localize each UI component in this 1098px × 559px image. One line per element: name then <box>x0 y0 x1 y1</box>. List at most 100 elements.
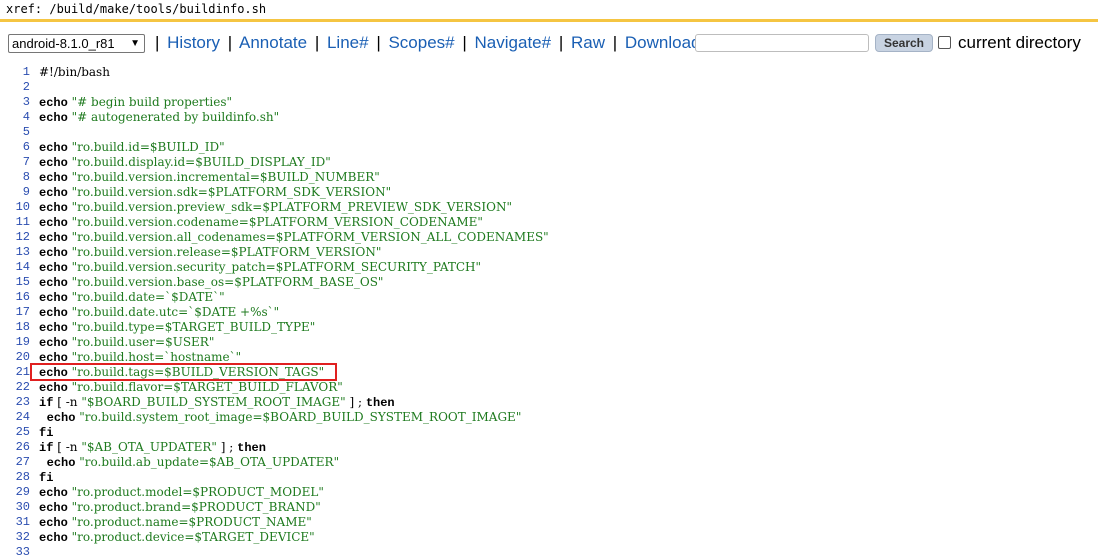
line-number-link[interactable]: 11 <box>0 215 30 230</box>
line-number-link[interactable]: 13 <box>0 245 30 260</box>
line-source: echo "ro.build.version.codename=$PLATFOR… <box>39 215 483 231</box>
search-button[interactable]: Search <box>875 34 933 52</box>
line-number-link[interactable]: 21 <box>0 365 30 380</box>
navigate-link[interactable]: Navigate# <box>475 33 552 52</box>
keyword-token: echo <box>39 141 68 155</box>
string-token: "ro.build.version.codename=$PLATFORM_VER… <box>67 215 483 229</box>
line-number-link[interactable]: 32 <box>0 530 30 545</box>
keyword-token: echo <box>46 411 76 425</box>
download-link[interactable]: Download <box>625 33 701 52</box>
keyword-token: echo <box>39 501 68 515</box>
line-number-link[interactable]: 33 <box>0 545 30 559</box>
line-number-link[interactable]: 24 <box>0 410 30 425</box>
code-line: 14 echo "ro.build.version.security_patch=… <box>0 260 1098 275</box>
line-source: echo "ro.build.date=`$DATE`" <box>39 290 225 306</box>
string-token: "ro.build.version.release=$PLATFORM_VERS… <box>67 245 382 259</box>
xref-bar: xref: /build/make/tools/buildinfo.sh <box>0 0 1098 22</box>
keyword-token: echo <box>39 216 68 230</box>
line-source: echo "ro.build.type=$TARGET_BUILD_TYPE" <box>39 320 315 336</box>
keyword-token: echo <box>39 171 68 185</box>
version-select[interactable]: android-8.1.0_r81 ▼ <box>8 34 145 53</box>
string-token: "ro.build.display.id=$BUILD_DISPLAY_ID" <box>67 155 331 169</box>
line-numbers-link[interactable]: Line# <box>327 33 369 52</box>
source-code-view: 1 #!/bin/bash 2 3 echo "# begin build proper… <box>0 65 1098 559</box>
line-number-link[interactable]: 2 <box>0 80 30 95</box>
line-source: echo "ro.product.device=$TARGET_DEVICE" <box>39 530 315 546</box>
string-token: "ro.build.version.preview_sdk=$PLATFORM_… <box>67 200 512 214</box>
search-input[interactable] <box>695 34 869 52</box>
string-token: "$AB_OTA_UPDATER" <box>81 440 217 454</box>
line-source: echo "ro.product.brand=$PRODUCT_BRAND" <box>39 500 321 516</box>
line-number-link[interactable]: 16 <box>0 290 30 305</box>
keyword-token: echo <box>39 261 68 275</box>
line-number-link[interactable]: 8 <box>0 170 30 185</box>
string-token: "ro.build.tags=$BUILD_VERSION_TAGS" <box>67 365 325 379</box>
code-token: ] ; <box>345 395 366 409</box>
line-number-link[interactable]: 12 <box>0 230 30 245</box>
code-line: 16 echo "ro.build.date=`$DATE`" <box>0 290 1098 305</box>
line-number-link[interactable]: 27 <box>0 455 30 470</box>
string-token: "ro.product.name=$PRODUCT_NAME" <box>67 515 312 529</box>
code-line: 4 echo "# autogenerated by buildinfo.sh" <box>0 110 1098 125</box>
line-number-link[interactable]: 5 <box>0 125 30 140</box>
code-line: 23 if [ -n "$BOARD_BUILD_SYSTEM_ROOT_IMAG… <box>0 395 1098 410</box>
chevron-down-icon: ▼ <box>130 38 140 49</box>
line-number-link[interactable]: 9 <box>0 185 30 200</box>
line-source: echo "ro.build.version.all_codenames=$PL… <box>39 230 549 246</box>
history-link[interactable]: History <box>167 33 220 52</box>
keyword-token: echo <box>39 306 68 320</box>
line-number-link[interactable]: 1 <box>0 65 30 80</box>
line-number-link[interactable]: 31 <box>0 515 30 530</box>
line-number-link[interactable]: 14 <box>0 260 30 275</box>
annotate-link[interactable]: Annotate <box>239 33 307 52</box>
keyword-token: echo <box>39 366 68 380</box>
line-number-link[interactable]: 4 <box>0 110 30 125</box>
line-number-link[interactable]: 18 <box>0 320 30 335</box>
line-number-link[interactable]: 6 <box>0 140 30 155</box>
current-directory-label: current directory <box>958 33 1081 52</box>
line-source: echo "ro.product.model=$PRODUCT_MODEL" <box>39 485 324 501</box>
code-line: 30 echo "ro.product.brand=$PRODUCT_BRAND" <box>0 500 1098 515</box>
string-token: "ro.build.version.sdk=$PLATFORM_SDK_VERS… <box>67 185 392 199</box>
string-token: "ro.product.device=$TARGET_DEVICE" <box>67 530 315 544</box>
line-number-link[interactable]: 15 <box>0 275 30 290</box>
line-number-link[interactable]: 29 <box>0 485 30 500</box>
line-number-link[interactable]: 25 <box>0 425 30 440</box>
code-line: 31 echo "ro.product.name=$PRODUCT_NAME" <box>0 515 1098 530</box>
line-number-link[interactable]: 30 <box>0 500 30 515</box>
line-number-link[interactable]: 26 <box>0 440 30 455</box>
line-number-link[interactable]: 7 <box>0 155 30 170</box>
line-number-link[interactable]: 19 <box>0 335 30 350</box>
line-source: echo "ro.build.tags=$BUILD_VERSION_TAGS" <box>39 365 324 381</box>
line-number-link[interactable]: 20 <box>0 350 30 365</box>
line-number-link[interactable]: 28 <box>0 470 30 485</box>
code-line: 28 fi <box>0 470 1098 485</box>
raw-link[interactable]: Raw <box>571 33 605 52</box>
line-source: if [ -n "$BOARD_BUILD_SYSTEM_ROOT_IMAGE"… <box>39 395 395 411</box>
code-line: 26 if [ -n "$AB_OTA_UPDATER" ] ; then <box>0 440 1098 455</box>
line-source: echo "ro.build.version.sdk=$PLATFORM_SDK… <box>39 185 391 201</box>
current-directory-checkbox[interactable] <box>938 36 951 49</box>
string-token: "ro.build.system_root_image=$BOARD_BUILD… <box>75 410 522 424</box>
code-line: 32 echo "ro.product.device=$TARGET_DEVICE… <box>0 530 1098 545</box>
keyword-token: echo <box>39 486 68 500</box>
scopes-link[interactable]: Scopes# <box>388 33 454 52</box>
line-number-link[interactable]: 3 <box>0 95 30 110</box>
line-number-link[interactable]: 17 <box>0 305 30 320</box>
keyword-token: echo <box>39 336 68 350</box>
nav-links: | History | Annotate | Line# | Scopes# |… <box>152 31 701 55</box>
code-token: [ -n <box>53 395 82 409</box>
separator: | <box>376 33 381 52</box>
code-line: 22 echo "ro.build.flavor=$TARGET_BUILD_FL… <box>0 380 1098 395</box>
code-line: 9 echo "ro.build.version.sdk=$PLATFORM_SD… <box>0 185 1098 200</box>
string-token: "ro.build.user=$USER" <box>67 335 215 349</box>
code-token: ] ; <box>216 440 238 454</box>
code-line: 5 <box>0 125 1098 140</box>
line-number-link[interactable]: 22 <box>0 380 30 395</box>
keyword-token: echo <box>39 531 68 545</box>
code-line: 3 echo "# begin build properties" <box>0 95 1098 110</box>
code-line: 13 echo "ro.build.version.release=$PLATFO… <box>0 245 1098 260</box>
line-number-link[interactable]: 23 <box>0 395 30 410</box>
line-number-link[interactable]: 10 <box>0 200 30 215</box>
line-source: echo "ro.build.ab_update=$AB_OTA_UPDATER… <box>39 455 339 471</box>
